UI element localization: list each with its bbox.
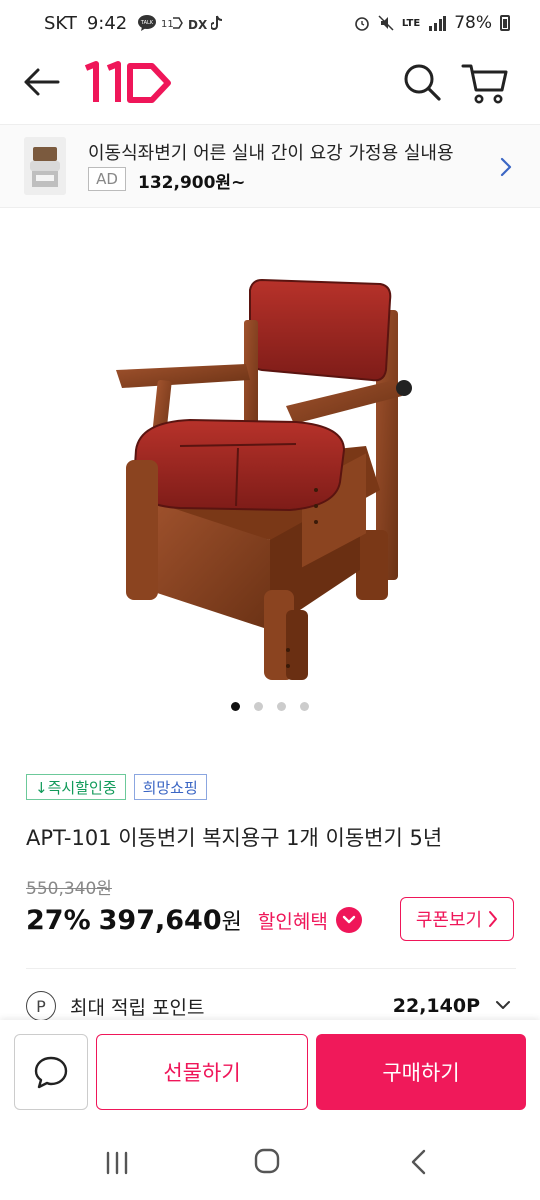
- 11st-logo[interactable]: [82, 58, 174, 108]
- cart-icon: [461, 64, 508, 104]
- price-row: 27% 397,640원 할인혜택: [26, 900, 362, 940]
- back-button[interactable]: [20, 62, 64, 102]
- instant-discount-tag: ↓즉시할인중: [26, 774, 126, 800]
- clock: 9:42: [86, 12, 128, 34]
- sale-price-value: 397,640: [98, 905, 222, 936]
- product-tags: ↓즉시할인중 희망쇼핑: [26, 774, 207, 800]
- alarm-icon: [355, 17, 369, 31]
- original-price: 550,340원: [26, 879, 112, 899]
- point-icon: P: [26, 991, 56, 1021]
- lte-label: LTE: [401, 17, 421, 29]
- system-nav-bar: [0, 1130, 540, 1200]
- battery-icon: [500, 15, 510, 31]
- discount-rate: 27%: [26, 904, 91, 936]
- svg-text:11: 11: [161, 19, 174, 30]
- chevron-down-icon: [342, 915, 355, 924]
- chevron-right-icon: [500, 157, 512, 177]
- discount-benefit-label[interactable]: 할인혜택: [258, 907, 328, 934]
- carousel-dot[interactable]: [277, 702, 286, 711]
- product-title: APT-101 이동변기 복지용구 1개 이동변기 5년: [26, 826, 443, 850]
- ad-banner[interactable]: 이동식좌변기 어른 실내 간이 요강 가정용 실내용 AD 132,900원~: [0, 124, 540, 208]
- back-chevron-icon: [411, 1149, 426, 1175]
- carousel-dot[interactable]: [254, 702, 263, 711]
- points-label: 최대 적립 포인트: [70, 996, 205, 1019]
- 11st-icon: 11: [161, 17, 184, 30]
- notification-icons: TALK 11 DX: [137, 14, 223, 32]
- home-button[interactable]: [254, 1148, 280, 1174]
- app-bar: [0, 46, 540, 122]
- ad-price: 132,900원~: [138, 173, 246, 193]
- recent-apps-button[interactable]: [104, 1150, 130, 1176]
- coupon-label: 쿠폰보기: [415, 910, 483, 931]
- carrier-label: SKT: [44, 12, 77, 34]
- buy-button[interactable]: 구매하기: [316, 1034, 526, 1110]
- talk-icon: TALK: [138, 15, 157, 31]
- search-button[interactable]: [400, 60, 444, 104]
- carousel-dot[interactable]: [300, 702, 309, 711]
- carousel-indicator: [0, 702, 540, 711]
- coupon-button[interactable]: 쿠폰보기: [400, 897, 514, 941]
- chevron-down-icon: [496, 1001, 510, 1009]
- product-chair-image: [116, 278, 412, 680]
- arrow-left-icon: [24, 68, 60, 96]
- sale-price: 397,640원: [99, 904, 242, 936]
- chat-bubble-icon: [34, 1056, 68, 1089]
- search-icon: [404, 64, 441, 101]
- price-unit: 원: [221, 910, 242, 935]
- tiktok-icon: [211, 15, 223, 30]
- chevron-right-icon: [489, 911, 498, 927]
- points-value: 22,140P: [392, 995, 480, 1017]
- bottom-action-bar: 선물하기 구매하기: [0, 1020, 540, 1130]
- chat-button[interactable]: [14, 1034, 88, 1110]
- recent-apps-icon: [106, 1151, 128, 1175]
- ad-thumbnail: [24, 137, 66, 195]
- benefit-toggle[interactable]: [335, 907, 362, 933]
- battery-percent: 78%: [454, 13, 492, 33]
- ad-title: 이동식좌변기 어른 실내 간이 요강 가정용 실내용: [88, 143, 454, 164]
- cart-button[interactable]: [460, 60, 510, 106]
- ad-badge: AD: [88, 167, 126, 191]
- carousel-dot[interactable]: [231, 702, 240, 711]
- system-back-button[interactable]: [406, 1148, 432, 1176]
- svg-text:DX: DX: [188, 18, 207, 32]
- svg-text:TALK: TALK: [140, 20, 154, 26]
- divider: [26, 968, 516, 969]
- product-image-carousel[interactable]: [0, 210, 540, 690]
- gift-button[interactable]: 선물하기: [96, 1034, 308, 1110]
- signal-icon: [429, 16, 447, 31]
- toilet-chair-thumbnail: [24, 137, 66, 195]
- hope-shopping-tag: 희망쇼핑: [133, 774, 207, 800]
- logo-mark: [84, 61, 171, 103]
- mute-icon: [378, 15, 394, 31]
- status-bar: SKT 9:42 TALK 11 DX LTE 78%: [0, 0, 540, 46]
- home-icon: [254, 1148, 280, 1174]
- dx-icon: DX: [188, 18, 207, 32]
